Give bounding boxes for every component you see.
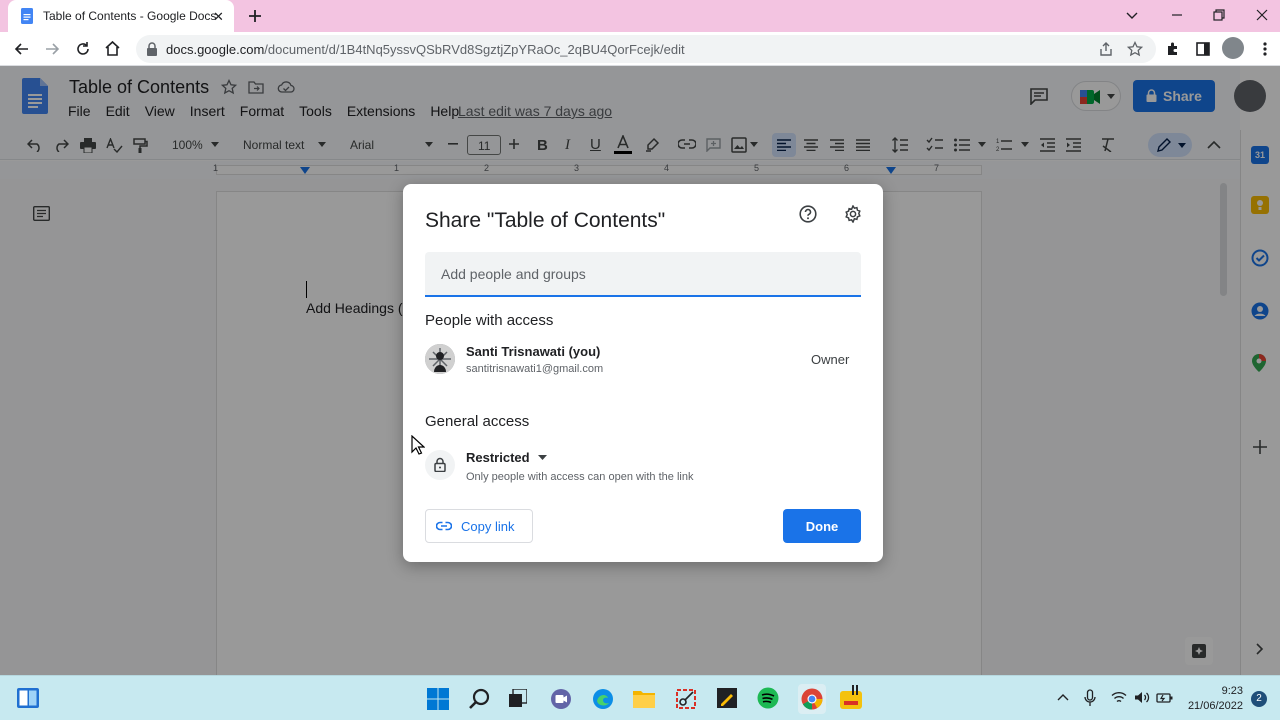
chrome-icon[interactable] (798, 684, 826, 714)
side-panel-icon[interactable] (1195, 41, 1211, 57)
microphone-icon[interactable] (1084, 689, 1096, 707)
snipping-tool-icon[interactable] (675, 688, 697, 710)
browser-toolbar: docs.google.com/document/d/1B4tNq5yssvQS… (0, 32, 1280, 66)
task-view-icon[interactable] (509, 689, 527, 707)
link-icon (436, 520, 452, 532)
bookmark-star-icon[interactable] (1127, 41, 1143, 57)
windows-start-icon[interactable] (427, 688, 449, 710)
done-button[interactable]: Done (783, 509, 861, 543)
restricted-lock-icon (425, 450, 455, 480)
file-explorer-icon[interactable] (633, 689, 655, 708)
browser-tab-title: Table of Contents - Google Docs (43, 9, 217, 23)
media-player-icon[interactable] (840, 685, 864, 711)
forward-icon[interactable] (44, 41, 60, 57)
reload-icon[interactable] (75, 41, 91, 57)
google-docs-favicon-icon (20, 8, 34, 24)
share-dialog: Share "Table of Contents" People with ac… (403, 184, 883, 562)
sticky-notes-icon[interactable] (717, 688, 737, 708)
search-icon[interactable] (469, 688, 490, 709)
tray-chevron-icon[interactable] (1057, 693, 1069, 701)
site-lock-icon[interactable] (146, 42, 158, 56)
help-icon[interactable] (799, 205, 817, 223)
access-dropdown-caret-icon (537, 455, 547, 460)
browser-tab-strip: Table of Contents - Google Docs ✕ (0, 0, 1280, 32)
owner-avatar (425, 344, 455, 374)
owner-email: santitrisnawati1@gmail.com (466, 363, 604, 375)
general-access-heading: General access (425, 413, 530, 430)
copy-link-button[interactable]: Copy link (425, 509, 533, 543)
address-bar[interactable]: docs.google.com/document/d/1B4tNq5yssvQS… (136, 35, 1156, 63)
teams-chat-icon[interactable] (550, 688, 572, 710)
people-with-access-heading: People with access (425, 312, 554, 329)
owner-name: Santi Trisnawati (you) (466, 344, 601, 359)
wifi-icon[interactable] (1111, 691, 1127, 704)
mouse-cursor-icon (411, 435, 425, 455)
edge-icon[interactable] (592, 688, 614, 710)
profile-avatar[interactable] (1222, 37, 1244, 59)
general-access-dropdown[interactable]: Restricted (466, 450, 547, 465)
owner-role: Owner (811, 352, 850, 367)
window-close-icon[interactable] (1255, 8, 1269, 22)
extensions-icon[interactable] (1165, 41, 1181, 57)
tab-search-chevron-icon[interactable] (1125, 8, 1139, 22)
add-people-input[interactable] (425, 252, 861, 297)
new-tab-icon[interactable] (245, 6, 265, 26)
share-settings-gear-icon[interactable] (844, 205, 862, 223)
home-icon[interactable] (104, 40, 121, 57)
browser-menu-icon[interactable] (1262, 41, 1268, 57)
battery-icon[interactable] (1156, 691, 1174, 704)
restore-icon[interactable] (1212, 8, 1226, 22)
share-dialog-title: Share "Table of Contents" (425, 209, 666, 232)
system-clock[interactable]: 9:23 21/06/2022 (1187, 684, 1243, 714)
tab-close-icon[interactable]: ✕ (213, 9, 224, 25)
os-taskbar: 9:23 21/06/2022 2 (0, 675, 1280, 720)
browser-tab[interactable]: Table of Contents - Google Docs ✕ (8, 0, 234, 32)
widgets-icon[interactable] (17, 688, 39, 708)
spotify-icon[interactable] (757, 687, 779, 709)
clock-time: 9:23 (1221, 685, 1243, 697)
share-page-icon[interactable] (1098, 41, 1114, 57)
general-access-description: Only people with access can open with th… (466, 471, 694, 483)
general-access-value: Restricted (466, 450, 530, 465)
clock-date: 21/06/2022 (1187, 700, 1243, 712)
back-icon[interactable] (14, 41, 30, 57)
volume-icon[interactable] (1134, 691, 1150, 704)
notification-badge[interactable]: 2 (1251, 691, 1267, 707)
copy-link-label: Copy link (461, 519, 515, 534)
url-text: docs.google.com/document/d/1B4tNq5yssvQS… (166, 42, 685, 57)
minimize-icon[interactable] (1170, 8, 1184, 22)
